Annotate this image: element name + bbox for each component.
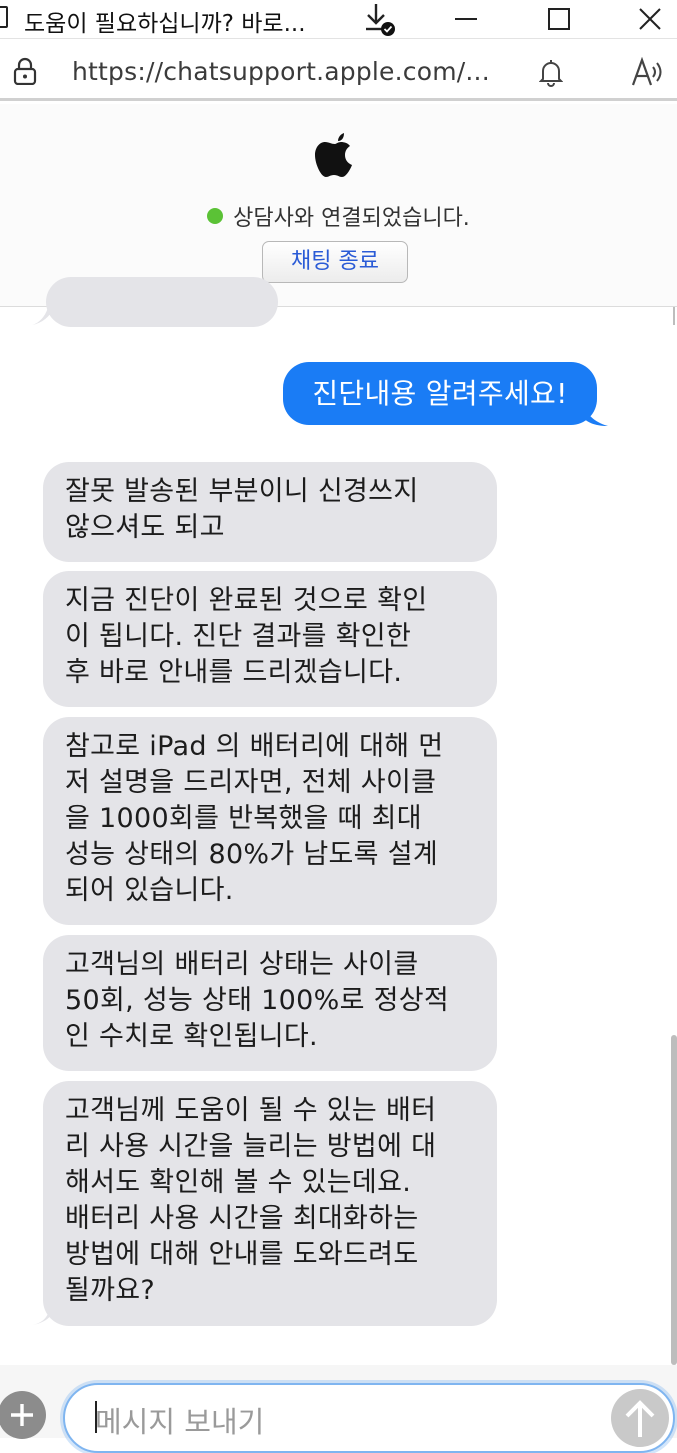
minimize-button[interactable] bbox=[436, 0, 496, 38]
arrow-up-icon bbox=[625, 1400, 655, 1437]
bubble-tail bbox=[32, 307, 54, 325]
address-bar[interactable]: https://chatsupport.apple.com/... bbox=[0, 39, 677, 101]
outgoing-message: 진단내용 알려주세요! bbox=[283, 362, 597, 425]
scrollbar[interactable] bbox=[671, 1035, 677, 1365]
message-input[interactable]: 메시지 보내기 bbox=[63, 1383, 675, 1453]
incoming-message: 지금 진단이 완료된 것으로 확인 이 됩니다. 진단 결과를 확인한 후 바로… bbox=[43, 571, 497, 707]
status-text: 상담사와 연결되었습니다. bbox=[233, 206, 470, 231]
page-icon bbox=[0, 6, 8, 28]
plus-icon bbox=[11, 1404, 33, 1426]
incoming-message: 참고로 iPad 의 배터리에 대해 먼 저 설명을 드리자면, 전체 사이클 … bbox=[43, 717, 497, 925]
close-window-button[interactable] bbox=[620, 0, 677, 38]
lock-icon[interactable] bbox=[13, 57, 37, 85]
composer-bar: 메시지 보내기 bbox=[0, 1365, 677, 1453]
scroll-indicator-top bbox=[673, 307, 675, 325]
window-titlebar: 도움이 필요하십니까? 바로... bbox=[0, 0, 677, 39]
read-aloud-icon[interactable] bbox=[631, 57, 665, 87]
end-chat-button[interactable]: 채팅 종료 bbox=[262, 241, 408, 283]
send-button[interactable] bbox=[611, 1389, 669, 1447]
connection-status: 상담사와 연결되었습니다. bbox=[0, 200, 677, 232]
incoming-message: 고객님의 배터리 상태는 사이클 50회, 성능 상태 100%로 정상적 인 … bbox=[43, 935, 497, 1071]
maximize-button[interactable] bbox=[529, 0, 589, 38]
status-dot-icon bbox=[207, 208, 224, 224]
incoming-message: 고객님께 도움이 될 수 있는 배터 리 사용 시간을 늘리는 방법에 대 해서… bbox=[43, 1081, 497, 1326]
apple-logo-icon bbox=[315, 133, 352, 177]
window-title: 도움이 필요하십니까? 바로... bbox=[24, 11, 306, 37]
close-icon bbox=[639, 8, 661, 30]
downloads-button[interactable] bbox=[350, 0, 410, 38]
outgoing-bubble-tail bbox=[582, 402, 608, 426]
minimize-icon bbox=[455, 18, 477, 20]
download-icon bbox=[366, 4, 395, 36]
chat-transcript[interactable]: 진단내용 알려주세요! 잘못 발송된 부분이니 신경쓰지 않으셔도 되고 지금 … bbox=[0, 277, 677, 1365]
url-text[interactable]: https://chatsupport.apple.com/... bbox=[72, 57, 490, 86]
incoming-message: 잘못 발송된 부분이니 신경쓰지 않으셔도 되고 bbox=[43, 462, 497, 562]
message-input-placeholder: 메시지 보내기 bbox=[95, 1405, 265, 1439]
maximize-icon bbox=[548, 8, 570, 30]
add-attachment-button[interactable] bbox=[0, 1391, 46, 1439]
bell-icon[interactable] bbox=[539, 59, 563, 87]
incoming-bubble-tail bbox=[32, 1303, 58, 1325]
previous-message-bubble bbox=[46, 277, 278, 327]
